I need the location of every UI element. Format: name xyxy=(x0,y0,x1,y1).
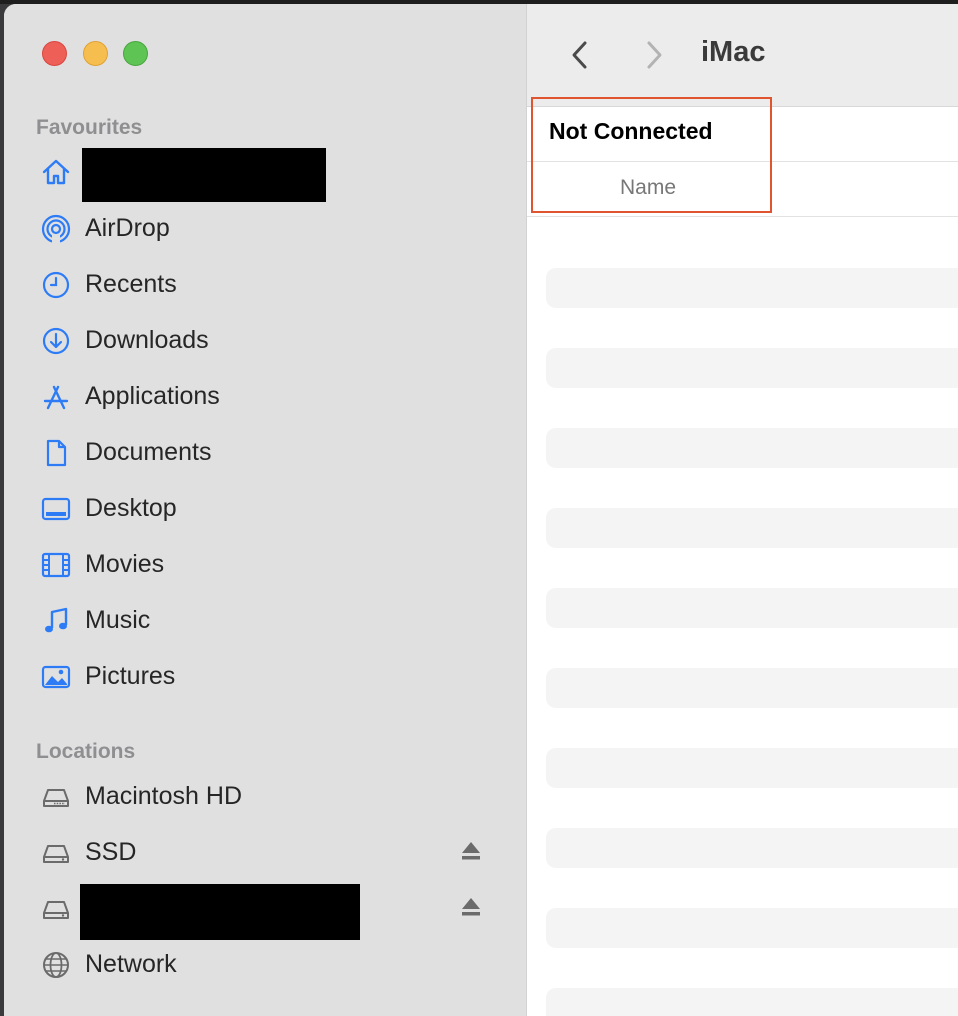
sidebar-item-airdrop[interactable]: AirDrop xyxy=(36,205,506,251)
redacted-username xyxy=(82,148,326,202)
sidebar-item-downloads[interactable]: Downloads xyxy=(36,317,506,363)
download-icon xyxy=(42,327,70,355)
empty-row-stripe xyxy=(546,588,958,628)
empty-row-stripe xyxy=(546,668,958,708)
empty-row-stripe xyxy=(546,428,958,468)
globe-icon xyxy=(43,952,69,978)
eject-icon[interactable] xyxy=(460,895,482,919)
zoom-window-button[interactable] xyxy=(123,41,148,66)
sidebar-item-desktop[interactable]: Desktop xyxy=(36,485,506,531)
toolbar: iMac xyxy=(527,4,958,107)
sidebar-item-documents[interactable]: Documents xyxy=(36,429,506,475)
divider xyxy=(527,216,958,217)
external-drive-icon xyxy=(43,845,69,863)
internal-drive-icon xyxy=(43,789,69,807)
empty-row-stripe xyxy=(546,988,958,1016)
airdrop-icon xyxy=(41,214,71,245)
favourites-section-title: Favourites xyxy=(36,116,143,139)
external-drive-icon xyxy=(43,901,69,919)
sidebar-item-applications[interactable]: Applications xyxy=(36,373,506,419)
sidebar-item-recents[interactable]: Recents xyxy=(36,261,506,307)
sidebar-item-external-drive[interactable] xyxy=(36,884,506,940)
annotation-highlight-box xyxy=(531,97,772,213)
document-icon xyxy=(46,439,67,467)
sidebar-item-label: Movies xyxy=(85,550,165,578)
empty-row-stripe xyxy=(546,908,958,948)
eject-icon[interactable] xyxy=(460,839,482,863)
sidebar-item-label: Desktop xyxy=(85,494,177,522)
forward-chevron-icon[interactable] xyxy=(641,38,667,72)
sidebar-item-ssd[interactable]: SSD xyxy=(36,829,506,875)
minimize-window-button[interactable] xyxy=(83,41,108,66)
sidebar-item-network[interactable]: Network xyxy=(36,941,506,987)
sidebar-item-label: Documents xyxy=(85,438,212,466)
sidebar-item-pictures[interactable]: Pictures xyxy=(36,653,506,699)
applications-icon xyxy=(43,385,69,410)
sidebar-item-label: Pictures xyxy=(85,662,176,690)
empty-row-stripe xyxy=(546,748,958,788)
sidebar-item-label: Macintosh HD xyxy=(85,782,242,810)
sidebar-item-label: SSD xyxy=(85,838,137,866)
main-content: iMac Not Connected Name xyxy=(527,4,958,1016)
film-icon xyxy=(41,552,71,578)
finder-window: Favourites AirDrop Recents Downloads App… xyxy=(4,4,958,1016)
home-icon xyxy=(42,159,70,185)
empty-row-stripe xyxy=(546,268,958,308)
sidebar-item-music[interactable]: Music xyxy=(36,597,506,643)
sidebar-item-label: Music xyxy=(85,606,151,634)
locations-section-title: Locations xyxy=(36,740,136,763)
empty-row-stripe xyxy=(546,508,958,548)
back-chevron-icon[interactable] xyxy=(567,38,593,72)
empty-row-stripe xyxy=(546,348,958,388)
sidebar-item-label: Recents xyxy=(85,270,177,298)
sidebar-item-home[interactable] xyxy=(36,148,506,202)
sidebar-item-label: Network xyxy=(85,950,177,978)
redacted-drive-name xyxy=(80,884,360,940)
photo-icon xyxy=(41,665,71,689)
sidebar-item-label: Applications xyxy=(85,382,220,410)
sidebar-item-macintosh-hd[interactable]: Macintosh HD xyxy=(36,773,506,819)
sidebar-item-label: Downloads xyxy=(85,326,209,354)
clock-icon xyxy=(42,271,70,299)
sidebar: Favourites AirDrop Recents Downloads App… xyxy=(4,4,527,1016)
sidebar-item-movies[interactable]: Movies xyxy=(36,541,506,587)
window-title: iMac xyxy=(701,36,766,68)
close-window-button[interactable] xyxy=(42,41,67,66)
empty-row-stripe xyxy=(546,828,958,868)
music-note-icon xyxy=(45,607,68,633)
desktop-icon xyxy=(41,497,71,521)
sidebar-item-label: AirDrop xyxy=(85,214,170,242)
